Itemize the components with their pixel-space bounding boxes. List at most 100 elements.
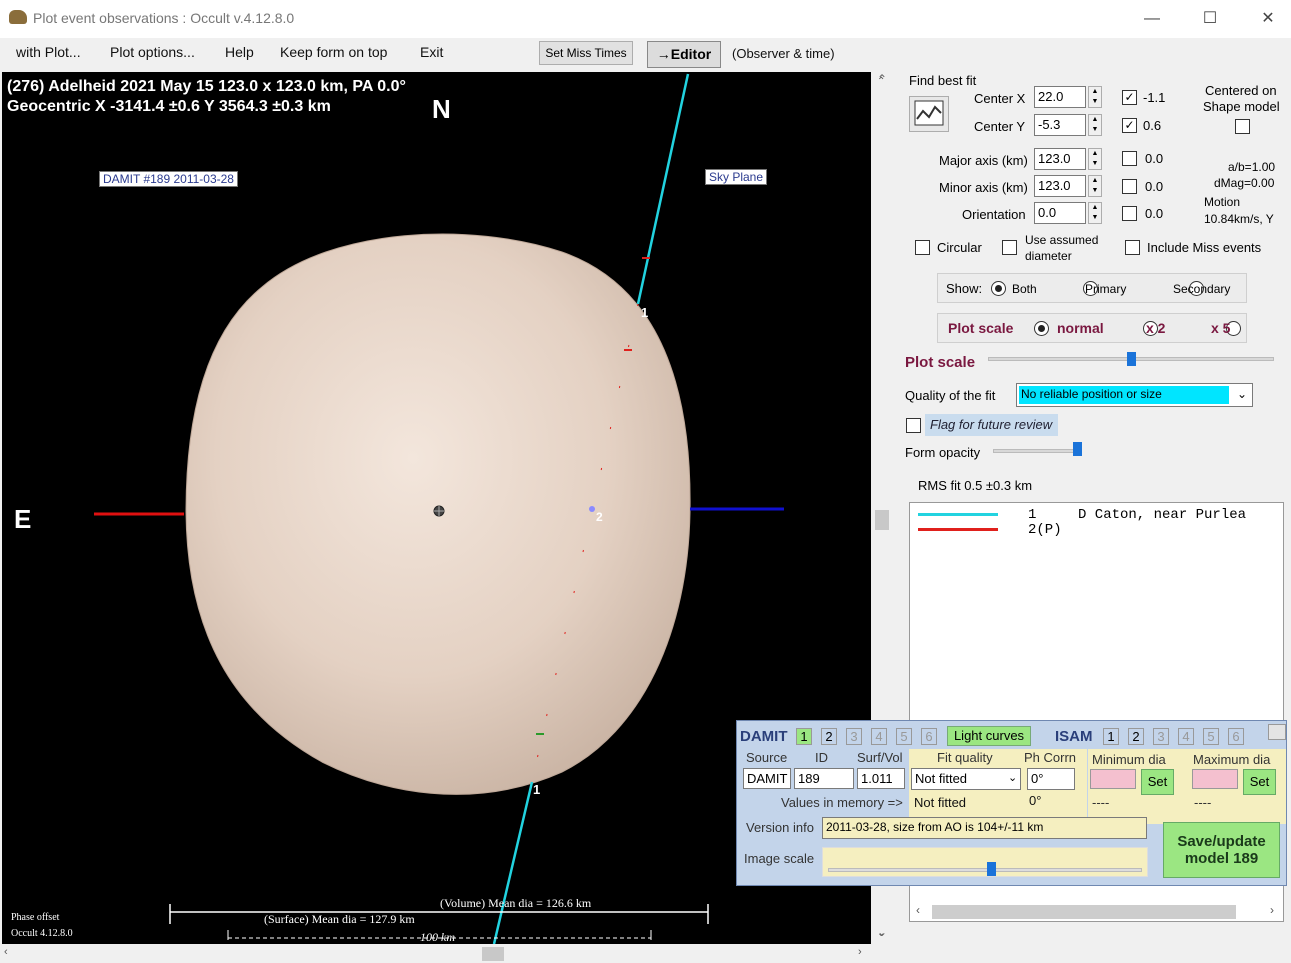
- panel-scroll-up[interactable]: ⌃: [877, 72, 887, 86]
- menu-plot-options[interactable]: Plot options...: [110, 44, 195, 60]
- memory-max-dia: ----: [1194, 795, 1212, 810]
- observer-time-label[interactable]: (Observer & time): [732, 46, 835, 61]
- max-dia-field[interactable]: [1192, 769, 1238, 789]
- diameter-label: diameter: [1025, 249, 1072, 263]
- major-axis-checkbox[interactable]: [1122, 151, 1137, 166]
- major-axis-spinner[interactable]: ▲ ▼: [1088, 148, 1102, 170]
- circular-checkbox[interactable]: [915, 240, 930, 255]
- values-in-memory-label: Values in memory =>: [781, 795, 903, 810]
- isam-model-6[interactable]: 6: [1228, 728, 1244, 745]
- max-dia-header: Maximum dia: [1193, 752, 1271, 767]
- light-curves-button[interactable]: Light curves: [947, 726, 1031, 746]
- min-dia-set-button[interactable]: Set: [1141, 769, 1174, 795]
- orientation-input[interactable]: 0.0: [1034, 202, 1086, 224]
- damit-model-4[interactable]: 4: [871, 728, 887, 745]
- isam-model-5[interactable]: 5: [1203, 728, 1219, 745]
- model-number-label: model 189: [1184, 850, 1259, 867]
- center-x-input[interactable]: 22.0: [1034, 86, 1086, 108]
- damit-model-2[interactable]: 2: [821, 728, 837, 745]
- min-dia-field[interactable]: [1090, 769, 1136, 789]
- plot-horizontal-scrollbar[interactable]: ‹ ›: [0, 944, 871, 963]
- damit-model-1[interactable]: 1: [796, 728, 812, 745]
- legend-num-1: 1: [1028, 507, 1037, 523]
- centered-on-shape-checkbox[interactable]: [1235, 119, 1250, 134]
- minimize-button[interactable]: —: [1123, 0, 1181, 38]
- minor-axis-checkbox[interactable]: [1122, 179, 1137, 194]
- show-label: Show:: [946, 281, 983, 296]
- legend-line-2: [918, 528, 998, 531]
- set-miss-times-button[interactable]: Set Miss Times: [539, 41, 633, 65]
- center-x-spinner[interactable]: ▲ ▼: [1088, 86, 1102, 108]
- legend-hscroll-thumb[interactable]: [932, 905, 1236, 919]
- plot-scale-slider-thumb[interactable]: [1127, 352, 1136, 366]
- orientation-checkbox[interactable]: [1122, 206, 1137, 221]
- minor-axis-input[interactable]: 123.0: [1034, 175, 1086, 197]
- menu-help[interactable]: Help: [225, 44, 254, 60]
- isam-model-3[interactable]: 3: [1153, 728, 1169, 745]
- hscroll-thumb[interactable]: [482, 947, 504, 961]
- source-field[interactable]: DAMIT: [743, 768, 791, 789]
- isam-model-1[interactable]: 1: [1103, 728, 1119, 745]
- scale-x5-label: x 5: [1211, 320, 1231, 336]
- major-axis-input[interactable]: 123.0: [1034, 148, 1086, 170]
- image-scale-thumb[interactable]: [987, 862, 996, 876]
- max-dia-set-button[interactable]: Set: [1243, 769, 1276, 795]
- vscroll-thumb[interactable]: [875, 510, 889, 530]
- ph-corr-header: Ph Corrn: [1024, 750, 1077, 765]
- maximize-button[interactable]: ☐: [1181, 0, 1239, 38]
- image-scale-slider[interactable]: [822, 847, 1148, 877]
- quality-dropdown[interactable]: No reliable position or size ⌄: [1016, 383, 1253, 407]
- volume-dia-label: (Volume) Mean dia = 126.6 km: [440, 896, 592, 910]
- isam-model-4[interactable]: 4: [1178, 728, 1194, 745]
- version-info-field[interactable]: 2011-03-28, size from AO is 104+/-11 km: [822, 817, 1147, 839]
- damit-model-6[interactable]: 6: [921, 728, 937, 745]
- center-y-spinner[interactable]: ▲ ▼: [1088, 114, 1102, 136]
- surf-vol-field[interactable]: 1.011: [857, 768, 905, 789]
- menu-with-plot[interactable]: with Plot...: [16, 44, 81, 60]
- close-button[interactable]: ✕: [1239, 0, 1291, 38]
- damit-model-label: DAMIT #189 2011-03-28: [99, 171, 238, 187]
- opacity-slider-thumb[interactable]: [1073, 442, 1082, 456]
- rms-fit-label: RMS fit 0.5 ±0.3 km: [918, 478, 1033, 493]
- form-opacity-label: Form opacity: [905, 445, 981, 460]
- ph-corr-field[interactable]: 0°: [1027, 768, 1075, 790]
- menu-exit[interactable]: Exit: [420, 44, 443, 60]
- isam-model-2[interactable]: 2: [1128, 728, 1144, 745]
- center-y-checkbox[interactable]: ✓: [1122, 118, 1137, 133]
- orientation-spinner[interactable]: ▲ ▼: [1088, 202, 1102, 224]
- use-assumed-diameter-checkbox[interactable]: [1002, 240, 1017, 255]
- panel-scroll-down[interactable]: ⌄: [877, 925, 887, 939]
- major-axis-label: Major axis (km): [939, 153, 1028, 168]
- find-best-fit-button[interactable]: [909, 96, 949, 132]
- id-field[interactable]: 189: [794, 768, 854, 789]
- scale-normal-radio[interactable]: [1034, 321, 1049, 337]
- isam-label: ISAM: [1055, 728, 1093, 745]
- fit-quality-dropdown[interactable]: Not fitted ⌄: [911, 768, 1021, 790]
- damit-panel: DAMIT 1 2 3 4 5 6 Light curves ISAM 1 2 …: [736, 720, 1287, 886]
- include-miss-checkbox[interactable]: [1125, 240, 1140, 255]
- orientation-label: Orientation: [962, 207, 1026, 222]
- editor-button[interactable]: →Editor: [647, 41, 721, 68]
- min-dia-header: Minimum dia: [1092, 752, 1166, 767]
- show-both-radio[interactable]: [991, 281, 1006, 297]
- flag-review-checkbox[interactable]: [906, 418, 921, 433]
- chord-1-top-label: 1: [641, 305, 649, 320]
- centered-on-label: Centered on: [1205, 83, 1277, 98]
- save-update-label: Save/update: [1177, 833, 1266, 850]
- east-label: E: [14, 504, 32, 534]
- center-x-checkbox[interactable]: ✓: [1122, 90, 1137, 105]
- app-icon: [9, 10, 27, 24]
- damit-model-3[interactable]: 3: [846, 728, 862, 745]
- menu-keep-on-top[interactable]: Keep form on top: [280, 44, 387, 60]
- center-y-label: Center Y: [974, 119, 1026, 134]
- opacity-slider-track[interactable]: [993, 449, 1081, 453]
- sky-plane-label: Sky Plane: [705, 169, 768, 185]
- damit-model-5[interactable]: 5: [896, 728, 912, 745]
- chevron-down-icon: ⌄: [1008, 772, 1018, 784]
- ab-ratio: a/b=1.00: [1228, 160, 1276, 174]
- center-y-input[interactable]: -5.3: [1034, 114, 1086, 136]
- save-update-model-button[interactable]: Save/update model 189: [1163, 822, 1280, 878]
- shape-model-label: Shape model: [1203, 99, 1280, 114]
- minor-axis-spinner[interactable]: ▲ ▼: [1088, 175, 1102, 197]
- damit-close-button[interactable]: [1268, 724, 1286, 740]
